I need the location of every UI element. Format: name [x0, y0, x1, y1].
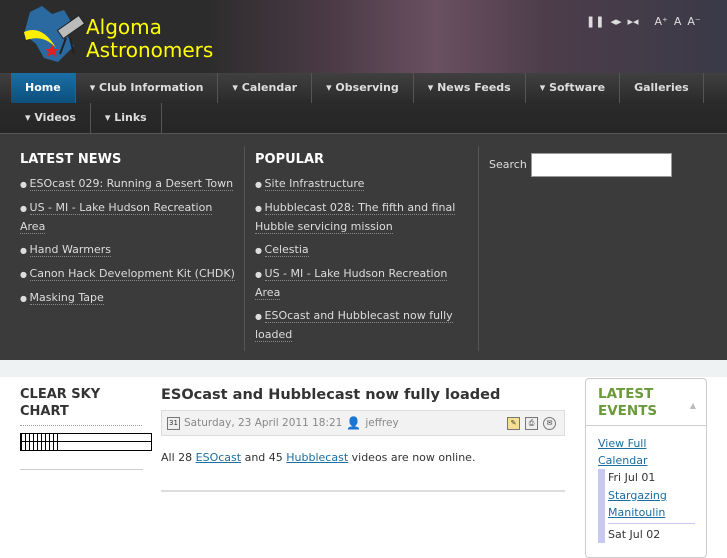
list-item: Hand Warmers — [20, 241, 240, 260]
font-increase-button[interactable]: A⁺ — [655, 15, 668, 28]
list-item: US - MI - Lake Hudson Recreation Area — [255, 265, 460, 302]
article-link[interactable]: Hand Warmers — [29, 243, 111, 257]
print-icon[interactable]: ⎙ — [525, 417, 538, 430]
edit-icon[interactable]: ✎ — [507, 417, 520, 430]
list-item: US - MI - Lake Hudson Recreation Area — [20, 199, 240, 236]
dropdown-caret-icon: ▾ — [427, 81, 438, 94]
divider — [20, 469, 143, 470]
top-panel: LATEST NEWS ESOcast 029: Running a Deser… — [0, 133, 727, 360]
clear-sky-chart-title: CLEAR SKY CHART — [20, 387, 101, 419]
article-date: Saturday, 23 April 2011 18:21 — [184, 417, 343, 429]
latest-news-title: LATEST NEWS — [20, 152, 122, 167]
logo-icon[interactable] — [22, 4, 92, 66]
article-link[interactable]: US - MI - Lake Hudson Recreation Area — [20, 201, 213, 234]
article-link[interactable]: Hubblecast 028: The fifth and final Hubb… — [255, 201, 456, 234]
nav-item-calendar[interactable]: ▾ Calendar — [218, 73, 313, 103]
list-item: Masking Tape — [20, 289, 240, 308]
list-item: Celestia — [255, 241, 460, 260]
article-meta: 31 Saturday, 23 April 2011 18:21 👤 jeffr… — [161, 410, 565, 436]
view-full-calendar-link[interactable]: View Full Calendar — [598, 437, 647, 467]
latest-news: LATEST NEWS ESOcast 029: Running a Deser… — [20, 152, 240, 313]
separator-strip — [0, 360, 727, 377]
font-decrease-button[interactable]: A⁻ — [687, 15, 700, 28]
search-input[interactable] — [531, 153, 672, 177]
main-nav: Home ▾ Club Information ▾ Calendar ▾ Observ… — [0, 73, 727, 133]
divider — [161, 490, 565, 492]
event-list: Fri Jul 01 Stargazing Manitoulin Sat Jul… — [598, 469, 695, 543]
nav-label: Videos — [34, 111, 76, 124]
nav-label: Galleries — [634, 81, 689, 94]
nav-item-software[interactable]: ▾ Software — [526, 73, 621, 103]
dropdown-caret-icon: ▾ — [539, 81, 550, 94]
article-link[interactable]: Canon Hack Development Kit (CHDK) — [29, 267, 235, 281]
divider — [478, 146, 479, 351]
site-title-line2: Astronomers — [86, 38, 214, 62]
header-tools: ❚❚ ◂▸ ▸◂ A⁺ A A⁻ — [586, 15, 701, 28]
popular: POPULAR Site Infrastructure Hubblecast 02… — [255, 152, 460, 349]
hubblecast-link[interactable]: Hubblecast — [286, 451, 348, 464]
site-title[interactable]: Algoma Astronomers — [86, 16, 213, 62]
prev-next-icon[interactable]: ◂▸ — [610, 15, 621, 28]
article-author: jeffrey — [365, 417, 399, 429]
search-label: Search — [489, 158, 527, 171]
divider — [20, 425, 142, 426]
divider — [244, 146, 245, 351]
dropdown-caret-icon: ▾ — [89, 81, 100, 94]
nav-item-galleries[interactable]: Galleries — [620, 73, 704, 103]
article-link[interactable]: Celestia — [264, 243, 309, 257]
list-item: ESOcast and Hubblecast now fully loaded — [255, 307, 460, 344]
collapse-caret-icon[interactable]: ▲ — [690, 401, 696, 410]
dropdown-caret-icon: ▾ — [232, 81, 242, 94]
nav-item-links[interactable]: ▾ Links — [91, 103, 162, 133]
list-item: Site Infrastructure — [255, 175, 460, 194]
email-icon[interactable]: ✉ — [543, 417, 556, 430]
nav-label: Links — [114, 111, 147, 124]
nav-label: Home — [25, 81, 61, 94]
article-title[interactable]: ESOcast and Hubblecast now fully loaded — [161, 387, 500, 403]
list-item: Hubblecast 028: The fifth and final Hubb… — [255, 199, 460, 236]
nav-label: Software — [549, 81, 606, 94]
nav-label: Club Information — [99, 81, 204, 94]
dropdown-caret-icon: ▾ — [104, 111, 115, 124]
list-item: Canon Hack Development Kit (CHDK) — [20, 265, 240, 284]
site-title-line1: Algoma — [86, 15, 162, 39]
event-link[interactable]: Stargazing Manitoulin — [608, 489, 667, 520]
nav-item-club-information[interactable]: ▾ Club Information — [76, 73, 219, 103]
latest-events-module: LATEST EVENTS ▲ View Full Calendar Fri J… — [585, 378, 707, 558]
article-body: All 28 ESOcast and 45 Hubblecast videos … — [161, 451, 476, 464]
calendar-icon: 31 — [167, 416, 180, 430]
esocast-link[interactable]: ESOcast — [196, 451, 241, 464]
article-link[interactable]: ESOcast and Hubblecast now fully loaded — [255, 309, 453, 342]
nav-item-home[interactable]: Home — [11, 73, 76, 103]
popular-title: POPULAR — [255, 152, 325, 167]
clear-sky-chart-image[interactable] — [20, 433, 152, 451]
nav-item-videos[interactable]: ▾ Videos — [11, 103, 91, 133]
nav-label: Calendar — [241, 81, 298, 94]
header: Algoma Astronomers ❚❚ ◂▸ ▸◂ A⁺ A A⁻ — [0, 0, 727, 73]
article-link[interactable]: US - MI - Lake Hudson Recreation Area — [255, 267, 448, 300]
collapse-icon[interactable]: ▸◂ — [627, 15, 638, 28]
pause-icon[interactable]: ❚❚ — [586, 15, 604, 28]
nav-row-2: ▾ Videos ▾ Links — [11, 103, 162, 133]
nav-label: News Feeds — [437, 81, 511, 94]
dropdown-caret-icon: ▾ — [25, 111, 35, 124]
nav-row-1: Home ▾ Club Information ▾ Calendar ▾ Observ… — [11, 73, 704, 103]
article-link[interactable]: Site Infrastructure — [264, 177, 365, 191]
nav-item-observing[interactable]: ▾ Observing — [312, 73, 414, 103]
article-link[interactable]: ESOcast 029: Running a Desert Town — [29, 177, 234, 191]
nav-item-news-feeds[interactable]: ▾ News Feeds — [414, 73, 526, 103]
event-date: Sat Jul 02 — [608, 527, 661, 541]
font-reset-button[interactable]: A — [674, 15, 682, 28]
nav-label: Observing — [335, 81, 399, 94]
latest-events-title: LATEST EVENTS — [586, 379, 706, 426]
list-item: ESOcast 029: Running a Desert Town — [20, 175, 240, 194]
user-icon: 👤 — [346, 416, 362, 430]
event-date: Fri Jul 01 — [608, 471, 656, 484]
article-link[interactable]: Masking Tape — [29, 291, 104, 305]
